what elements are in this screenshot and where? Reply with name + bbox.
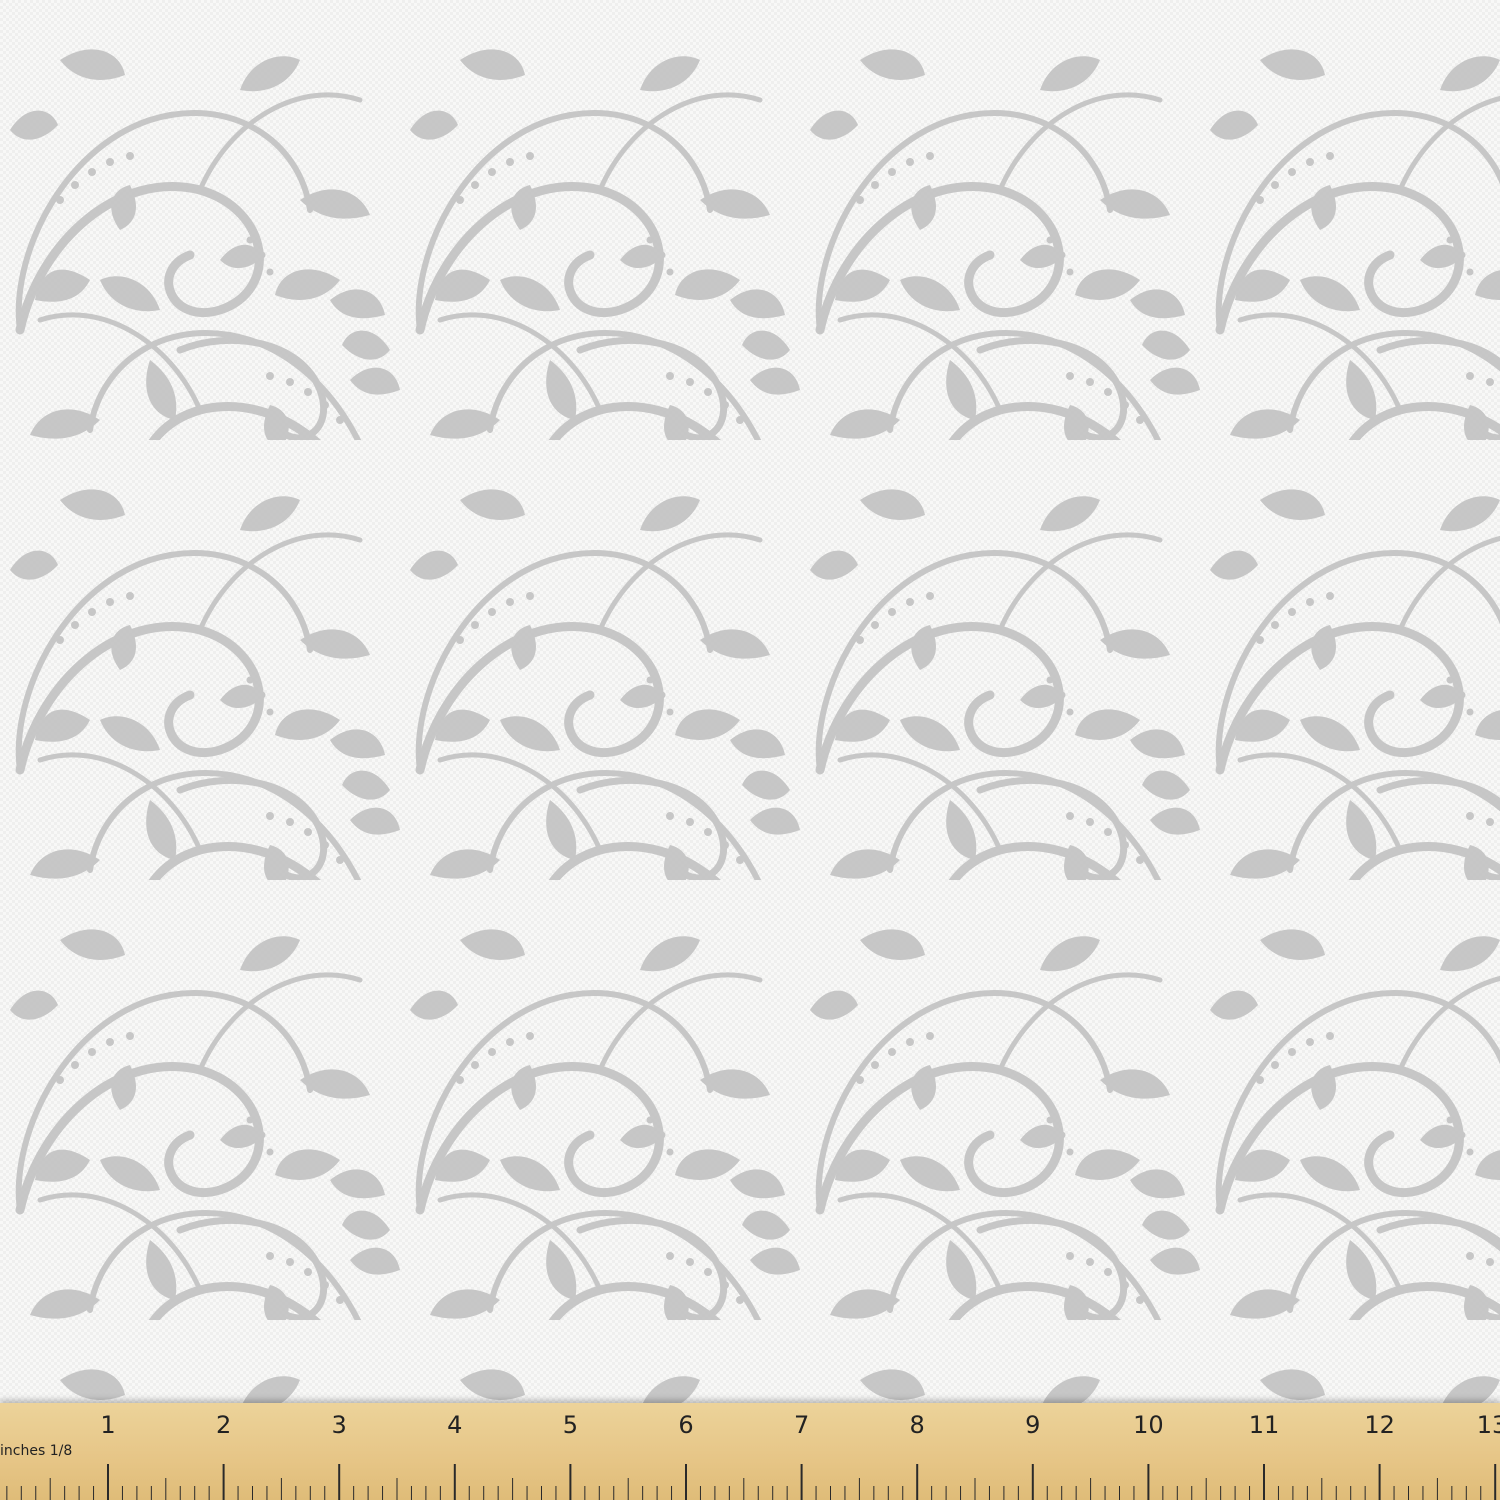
ruler-number: 1	[100, 1411, 116, 1439]
ruler-number: 3	[331, 1411, 347, 1439]
ruler-number: 11	[1248, 1411, 1280, 1439]
fabric-swatch	[0, 0, 1500, 1500]
ruler-unit-label: inches 1/8	[0, 1443, 73, 1459]
ruler-number: 4	[447, 1411, 463, 1439]
ruler-number: 6	[678, 1411, 694, 1439]
ruler-number: 7	[793, 1411, 810, 1439]
ruler-number: 2	[215, 1411, 232, 1439]
ruler-number: 12	[1364, 1411, 1395, 1439]
ruler-number: 5	[562, 1411, 579, 1439]
ruler-number: 8	[909, 1411, 925, 1439]
ruler-number: 9	[1025, 1411, 1041, 1439]
ruler-number: 13	[1476, 1411, 1500, 1439]
measuring-ruler: 1 2 3 4 5 6 7 8 9 10 11 12 13 inches 1/8	[0, 1403, 1500, 1500]
damask-pattern	[0, 0, 1500, 1403]
ruler-number: 10	[1133, 1411, 1164, 1439]
